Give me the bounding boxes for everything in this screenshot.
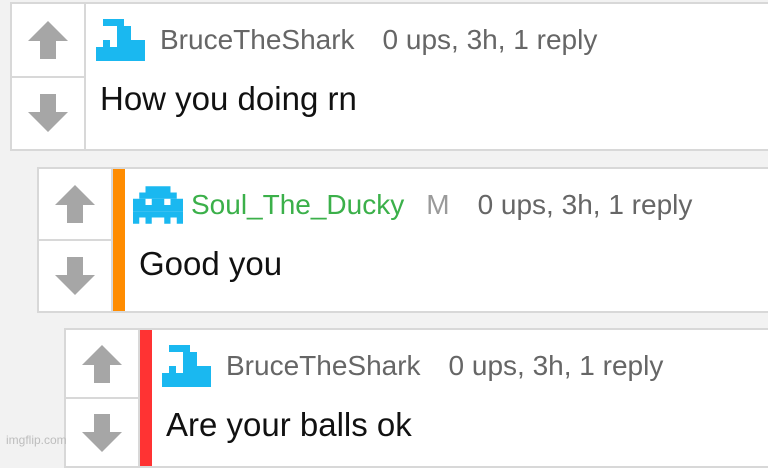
arrow-up-icon bbox=[28, 20, 68, 59]
downvote-button[interactable] bbox=[66, 399, 138, 466]
reply-depth-bar bbox=[140, 330, 152, 466]
downvote-button[interactable] bbox=[12, 78, 84, 150]
vote-column bbox=[39, 169, 113, 311]
comment-content: BruceTheShark 0 ups, 3h, 1 reply Are you… bbox=[152, 330, 768, 466]
vote-column bbox=[66, 330, 140, 466]
downvote-button[interactable] bbox=[39, 241, 111, 311]
vote-column bbox=[12, 4, 86, 149]
upvote-button[interactable] bbox=[39, 169, 111, 241]
arrow-up-icon bbox=[82, 344, 122, 383]
username[interactable]: Soul_The_Ducky bbox=[191, 189, 404, 221]
comment-meta: 0 ups, 3h, 1 reply bbox=[382, 24, 598, 55]
comment-1: BruceTheShark 0 ups, 3h, 1 reply How you… bbox=[10, 2, 768, 151]
arrow-down-icon bbox=[28, 94, 68, 133]
arrow-down-icon bbox=[82, 413, 122, 452]
comment-header: Soul_The_Ducky M 0 ups, 3h, 1 reply bbox=[125, 169, 768, 241]
watermark: imgflip.com bbox=[6, 433, 67, 447]
comment-3: BruceTheShark 0 ups, 3h, 1 reply Are you… bbox=[64, 328, 768, 468]
shark-avatar-icon[interactable] bbox=[162, 345, 218, 387]
upvote-button[interactable] bbox=[12, 4, 84, 78]
moderator-badge: M bbox=[426, 189, 450, 220]
comment-meta: 0 ups, 3h, 1 reply bbox=[477, 189, 693, 220]
comment-header: BruceTheShark 0 ups, 3h, 1 reply bbox=[86, 4, 768, 76]
comment-text: How you doing rn bbox=[100, 80, 357, 117]
comment-text: Are your balls ok bbox=[166, 406, 412, 443]
reply-depth-bar bbox=[113, 169, 125, 311]
comment-meta: 0 ups, 3h, 1 reply bbox=[448, 350, 664, 381]
arrow-down-icon bbox=[55, 257, 95, 295]
upvote-button[interactable] bbox=[66, 330, 138, 399]
comment-content: Soul_The_Ducky M 0 ups, 3h, 1 reply Good… bbox=[125, 169, 768, 311]
username[interactable]: BruceTheShark bbox=[226, 350, 421, 382]
comment-content: BruceTheShark 0 ups, 3h, 1 reply How you… bbox=[86, 4, 768, 149]
arrow-up-icon bbox=[55, 185, 95, 223]
comment-text: Good you bbox=[139, 245, 283, 282]
comment-2: Soul_The_Ducky M 0 ups, 3h, 1 reply Good… bbox=[37, 167, 768, 313]
comment-header: BruceTheShark 0 ups, 3h, 1 reply bbox=[152, 330, 768, 402]
shark-avatar-icon[interactable] bbox=[96, 19, 152, 61]
username[interactable]: BruceTheShark bbox=[160, 24, 355, 56]
pixel-ghost-avatar-icon[interactable] bbox=[133, 184, 183, 226]
